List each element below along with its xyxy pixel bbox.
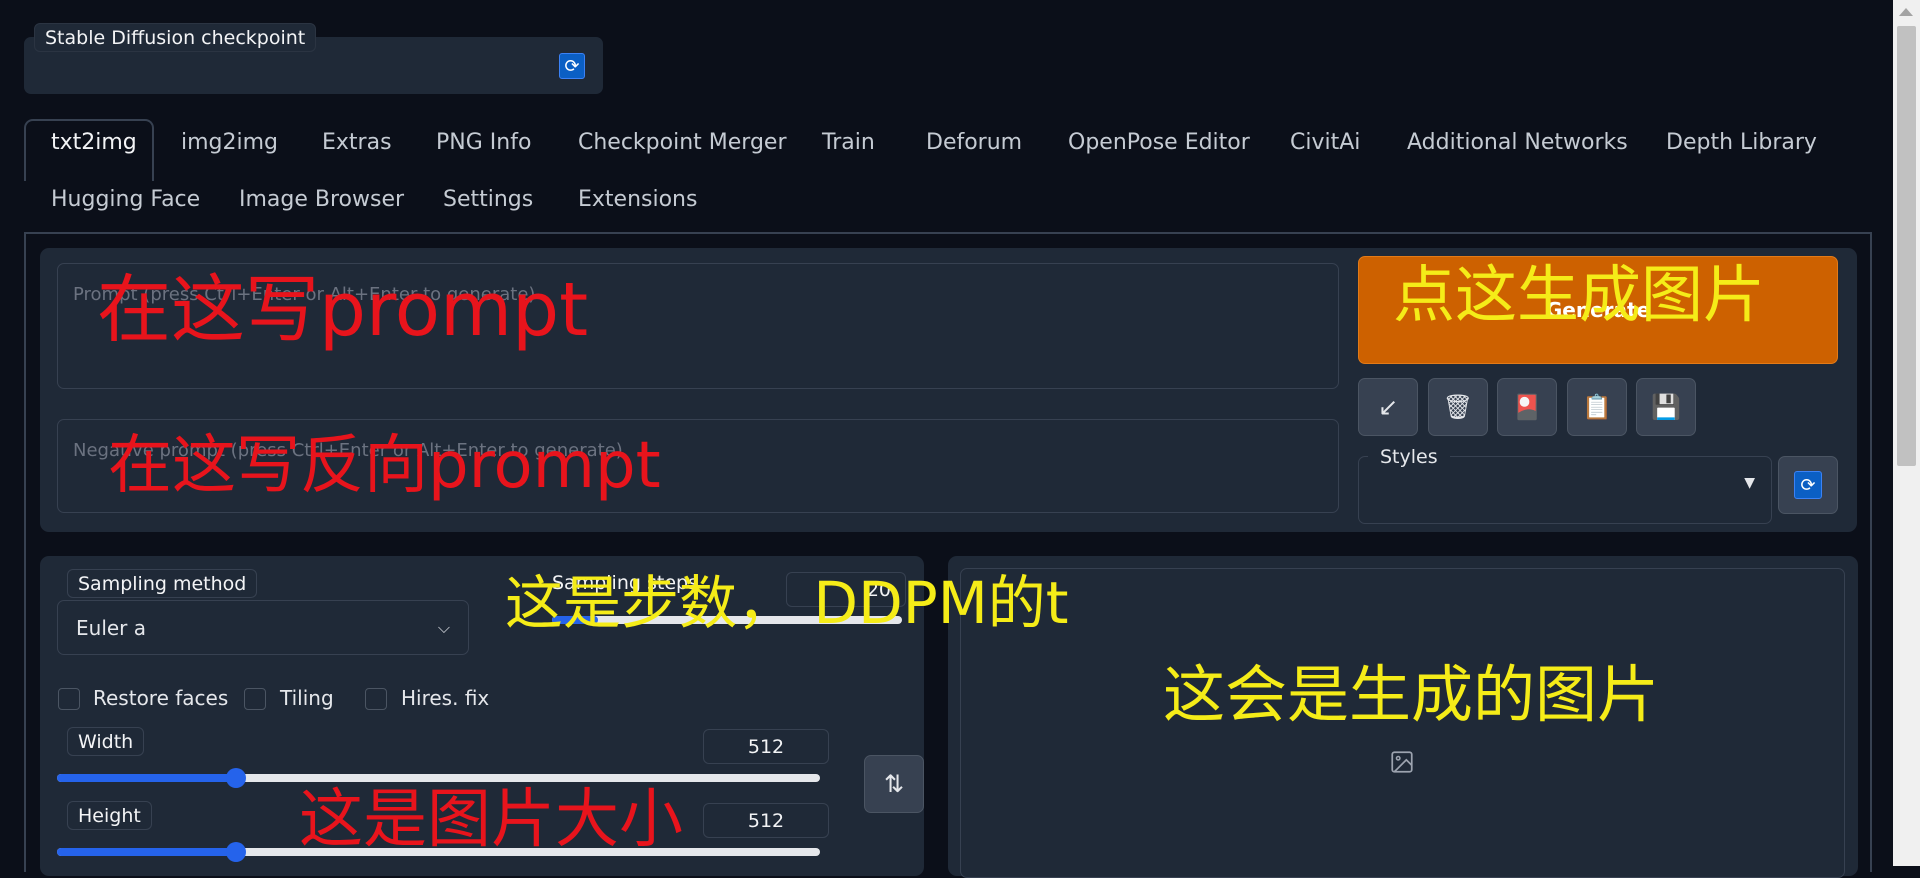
apply-style-button[interactable]: 📋: [1567, 378, 1627, 436]
styles-label: Styles: [1368, 444, 1450, 470]
tab-depth-library[interactable]: Depth Library: [1666, 130, 1817, 155]
save-style-button[interactable]: 💾: [1636, 378, 1696, 436]
tab-openpose-editor[interactable]: OpenPose Editor: [1068, 130, 1250, 155]
scroll-up-icon[interactable]: [1899, 8, 1913, 16]
width-input[interactable]: 512: [703, 729, 829, 764]
tab-extensions[interactable]: Extensions: [578, 187, 697, 212]
tab-txt2img[interactable]: txt2img: [51, 130, 137, 155]
tab-checkpoint-merger[interactable]: Checkpoint Merger: [578, 130, 787, 155]
hires-fix-checkbox[interactable]: [365, 688, 387, 710]
sampling-method-label: Sampling method: [67, 569, 258, 598]
tab-png-info[interactable]: PNG Info: [436, 130, 531, 155]
refresh-icon: ⟳: [1794, 471, 1822, 499]
restore-faces-checkbox[interactable]: [58, 688, 80, 710]
tab-train[interactable]: Train: [822, 130, 875, 155]
height-input[interactable]: 512: [703, 803, 829, 838]
paste-prompt-button[interactable]: ↙: [1358, 378, 1418, 436]
save-icon: 💾: [1651, 393, 1681, 421]
arrow-down-left-icon: ↙: [1377, 393, 1399, 421]
restore-faces-label: Restore faces: [93, 686, 229, 710]
annotation-generate: 点这生成图片: [1393, 258, 1766, 331]
hires-fix-label: Hires. fix: [401, 686, 490, 710]
tab-extras[interactable]: Extras: [322, 130, 392, 155]
clear-prompt-button[interactable]: 🗑: [1428, 378, 1488, 436]
refresh-icon: ⟳: [564, 55, 580, 77]
annotation-size: 这是图片大小: [299, 783, 683, 857]
checkpoint-label: Stable Diffusion checkpoint: [34, 23, 317, 52]
chevron-down-icon: ⌵: [437, 617, 450, 637]
annotation-prompt: 在这写prompt: [97, 267, 589, 353]
height-slider-thumb[interactable]: [226, 842, 246, 862]
trash-icon: 🗑: [1442, 393, 1474, 421]
width-slider-fill: [57, 774, 235, 782]
styles-refresh-button[interactable]: ⟳: [1778, 456, 1838, 514]
sampling-method-value: Euler a: [76, 615, 147, 640]
width-slider-thumb[interactable]: [226, 768, 246, 788]
swap-dimensions-button[interactable]: ⇅: [864, 755, 924, 813]
scrollbar-thumb[interactable]: [1897, 26, 1916, 466]
tab-img2img[interactable]: img2img: [181, 130, 278, 155]
swap-arrows-icon: ⇅: [883, 770, 905, 798]
tiling-checkbox[interactable]: [244, 688, 266, 710]
height-slider-fill: [57, 848, 235, 856]
tab-deforum[interactable]: Deforum: [926, 130, 1022, 155]
tiling-label: Tiling: [280, 686, 334, 710]
width-label: Width: [67, 727, 145, 756]
annotation-steps: 这是步数， DDPM的t: [505, 569, 1069, 637]
annotation-output: 这会是生成的图片: [1163, 658, 1660, 731]
caret-down-icon: ▼: [1744, 475, 1755, 491]
red-card-icon: 🎴: [1512, 393, 1542, 421]
tab-hugging-face[interactable]: Hugging Face: [51, 187, 200, 212]
tab-settings[interactable]: Settings: [443, 187, 533, 212]
tab-civitai[interactable]: CivitAi: [1290, 130, 1360, 155]
tab-image-browser[interactable]: Image Browser: [239, 187, 404, 212]
sampling-method-select[interactable]: Euler a ⌵: [57, 600, 469, 655]
extra-networks-button[interactable]: 🎴: [1497, 378, 1557, 436]
annotation-negative-prompt: 在这写反向prompt: [108, 429, 661, 503]
clipboard-icon: 📋: [1582, 393, 1612, 421]
height-label: Height: [67, 801, 152, 830]
tab-additional-networks[interactable]: Additional Networks: [1407, 130, 1628, 155]
image-placeholder-icon: [1391, 751, 1413, 773]
checkpoint-refresh-button[interactable]: ⟳: [559, 53, 585, 79]
